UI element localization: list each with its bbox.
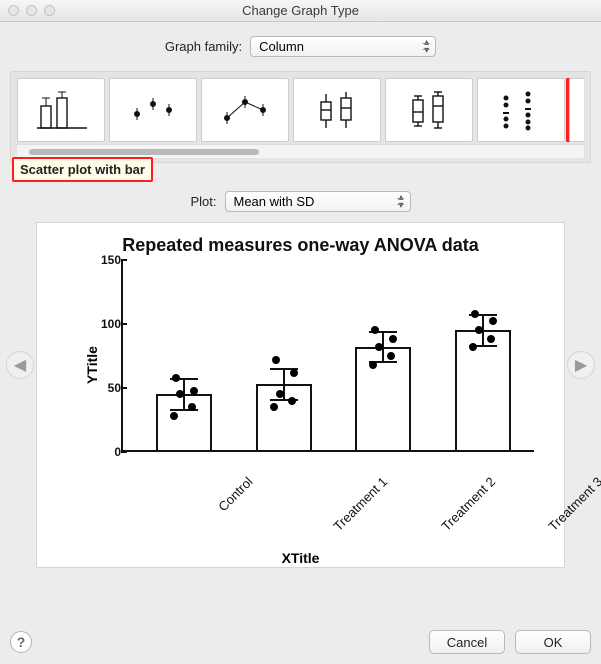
bar-group [243, 260, 325, 452]
chart-ylabel: YTitle [84, 346, 100, 384]
data-point [469, 343, 477, 351]
thumb-scatter-se[interactable] [109, 78, 197, 142]
window-title: Change Graph Type [0, 3, 601, 18]
data-point [276, 390, 284, 398]
thumb-scatter-line[interactable] [201, 78, 289, 142]
chart-ytick: 0 [87, 445, 121, 459]
thumbs-scrollbar[interactable] [17, 144, 584, 158]
graph-preview: Repeated measures one-way ANOVA data YTi… [36, 222, 565, 568]
bar-group [442, 260, 524, 452]
data-point [389, 335, 397, 343]
thumb-tooltip-row: Scatter plot with bar [0, 163, 601, 189]
data-point [369, 361, 377, 369]
graph-family-select[interactable]: Column [250, 36, 436, 57]
chart-xtick-label: Treatment 1 [331, 474, 391, 534]
data-point [387, 352, 395, 360]
bar [455, 330, 511, 452]
thumb-aligned-dot[interactable] [477, 78, 565, 142]
data-point [487, 335, 495, 343]
data-point [475, 326, 483, 334]
thumb-box-min-max[interactable] [385, 78, 473, 142]
thumb-boxplot[interactable] [293, 78, 381, 142]
plot-row: Plot: Mean with SD ▴▾ [0, 191, 601, 212]
data-point [290, 369, 298, 377]
plot-label: Plot: [190, 194, 216, 209]
chart-xtick-label: Control [215, 474, 255, 514]
prev-preview-button[interactable]: ◀ [6, 351, 34, 379]
chart-xtick-label: Treatment 2 [438, 474, 498, 534]
data-point [176, 390, 184, 398]
data-point [371, 326, 379, 334]
data-point [375, 343, 383, 351]
data-point [471, 310, 479, 318]
graph-family-row: Graph family: Column ▴▾ [0, 36, 601, 57]
data-point [190, 387, 198, 395]
next-preview-button[interactable]: ▶ [567, 351, 595, 379]
bar-group [343, 260, 425, 452]
data-point [270, 403, 278, 411]
data-point [288, 397, 296, 405]
graph-type-thumbs-panel [10, 71, 591, 163]
thumb-bar[interactable] [17, 78, 105, 142]
graph-family-label: Graph family: [165, 39, 242, 54]
data-point [489, 317, 497, 325]
data-point [188, 403, 196, 411]
chart-ytick: 100 [87, 317, 121, 331]
chart-area: YTitle 050100150 [87, 260, 544, 470]
chart-xtick-label: Treatment 3 [546, 474, 601, 534]
chart-xlabel: XTitle [47, 550, 554, 566]
data-point [172, 374, 180, 382]
ok-button[interactable]: OK [515, 630, 591, 654]
help-button[interactable]: ? [10, 631, 32, 653]
plot-select[interactable]: Mean with SD [225, 191, 411, 212]
chart-ytick: 150 [87, 253, 121, 267]
thumb-tooltip: Scatter plot with bar [12, 157, 153, 182]
bottom-bar: ? Cancel OK [10, 630, 591, 654]
graph-family-select-wrap: Column ▴▾ [250, 36, 436, 57]
cancel-button[interactable]: Cancel [429, 630, 505, 654]
data-point [272, 356, 280, 364]
chart-ytick: 50 [87, 381, 121, 395]
thumb-scatter-with-bar[interactable] [569, 78, 584, 142]
graph-type-thumbs [17, 78, 584, 142]
data-point [170, 412, 178, 420]
titlebar: Change Graph Type [0, 0, 601, 22]
bar-group [143, 260, 225, 452]
chart-title: Repeated measures one-way ANOVA data [47, 235, 554, 256]
